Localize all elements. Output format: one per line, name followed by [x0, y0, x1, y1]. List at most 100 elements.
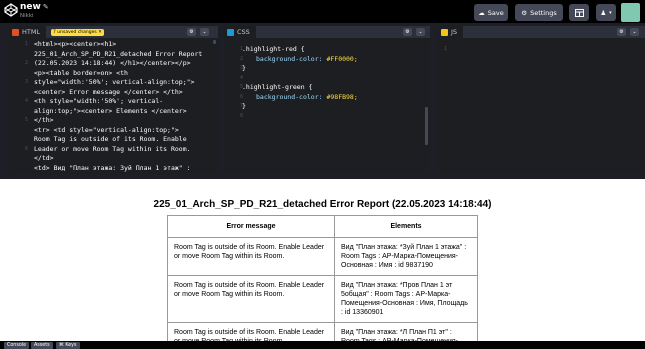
code-line[interactable]: (22.05.2023 14:18:44) </h1></center></p> — [34, 59, 212, 69]
line-number: 7 — [239, 103, 243, 109]
code-line[interactable]: style="width:'50%'; vertical-align:top;"… — [34, 78, 212, 88]
error-message-cell: Room Tag is outside of its Room. Enable … — [167, 322, 335, 341]
tab-html[interactable]: HTML — [9, 26, 47, 38]
line-number: 2 — [239, 55, 243, 62]
code-line[interactable]: Room Tag is outside of its Room. Enable — [34, 135, 212, 145]
avatar[interactable] — [621, 3, 640, 22]
css-code-area[interactable]: 12345678 .highlight-red {background-colo… — [224, 40, 430, 174]
keys-button[interactable]: ⌘ Keys — [56, 342, 80, 349]
html-lang-icon — [12, 28, 19, 36]
table-row: Room Tag is outside of its Room. Enable … — [167, 237, 478, 276]
line-number: 5 — [239, 84, 243, 90]
table-header-row: Error message Elements — [167, 215, 478, 238]
css-property[interactable]: background-color: — [256, 55, 323, 63]
tab-js-label: JS — [451, 28, 458, 36]
line-number — [9, 126, 28, 136]
line-number: 1 — [443, 46, 447, 52]
html-settings-button[interactable]: ⚙ — [187, 28, 196, 36]
console-button[interactable]: Console — [4, 342, 30, 349]
js-pane-header: JS ⚙ ⌄ — [438, 26, 645, 38]
css-code-lines[interactable]: .highlight-red {background-color: #FF000… — [242, 45, 424, 112]
line-number — [9, 69, 28, 79]
result-preview: 225_01_Arch_SP_PD_R21_detached Error Rep… — [0, 179, 645, 341]
unsaved-changes-badge[interactable]: 7 unsaved changes ✕ — [51, 29, 104, 36]
gear-icon: ⚙ — [521, 8, 528, 17]
code-line[interactable]: </td> — [34, 154, 212, 164]
elements-cell: Вид "План этажа: *Зуй План 1 этажа" : Ro… — [334, 237, 478, 276]
assets-button[interactable]: Assets — [31, 342, 53, 349]
user-icon: ♟ — [600, 8, 607, 17]
line-number: 1 — [239, 46, 243, 52]
code-line[interactable]: Leader or move Room Tag within its Room. — [34, 145, 212, 155]
line-number: 3 — [239, 65, 243, 71]
css-collapse-button[interactable]: ⌄ — [416, 28, 425, 36]
settings-button[interactable]: ⚙ Settings — [515, 4, 563, 21]
code-line[interactable]: <p><table border=on> <th — [34, 69, 212, 79]
line-number-gutter: 1 — [438, 45, 450, 55]
html-scrollbar[interactable] — [213, 40, 216, 44]
codepen-logo-icon[interactable] — [4, 3, 18, 17]
css-selector[interactable]: .highlight-green { — [242, 83, 424, 93]
change-view-button[interactable] — [569, 4, 589, 21]
table-row: Room Tag is outside of its Room. Enable … — [167, 322, 478, 341]
css-settings-button[interactable]: ⚙ — [403, 28, 412, 36]
layout-icon — [574, 8, 584, 17]
elements-cell: Вид "План этажа: *Л План П1 эт" : Room T… — [334, 322, 478, 341]
cloud-icon: ☁ — [478, 8, 485, 17]
css-value[interactable]: #FF0000; — [326, 55, 357, 63]
css-declaration[interactable]: background-color: #98FB98; — [242, 93, 424, 103]
elements-cell: Вид "План этажа: *Пров План 1 эт 5общая"… — [334, 275, 478, 323]
pen-author[interactable]: Nikki — [20, 13, 34, 19]
code-line[interactable]: 225_01_Arch_SP_PD_R21_detached Error Rep… — [34, 50, 212, 60]
code-line[interactable]: </th> — [34, 116, 212, 126]
code-line[interactable]: <th style="width:'50%'; vertical- — [34, 97, 212, 107]
html-editor-pane: HTML 7 unsaved changes ✕ ⚙ ⌄ 1 2 3 4 5 6 <htm… — [9, 26, 218, 174]
line-number: 8 — [239, 112, 243, 119]
save-button[interactable]: ☁ Save — [474, 4, 508, 21]
css-close-brace[interactable]: } — [242, 102, 424, 112]
line-number: 2 — [24, 60, 28, 66]
line-number-gutter: 1 2 3 4 5 6 — [9, 40, 31, 154]
save-button-label: Save — [487, 8, 504, 17]
js-editor-pane: JS ⚙ ⌄ 1 — [438, 26, 645, 174]
code-line[interactable]: <tr> <td style="vertical-align:top;"> — [34, 126, 212, 136]
line-number — [9, 107, 28, 117]
code-line[interactable]: <html><p><center><h1> — [34, 40, 212, 50]
tab-js[interactable]: JS — [438, 26, 464, 38]
tab-css-label: CSS — [237, 28, 250, 36]
pencil-icon[interactable]: ✎ — [43, 3, 49, 11]
column-header: Elements — [334, 215, 478, 238]
gear-icon: ⚙ — [189, 29, 194, 35]
code-line[interactable]: align:top;"><center> Elements </center> — [34, 107, 212, 117]
line-number: 4 — [24, 98, 28, 104]
tab-html-label: HTML — [22, 28, 41, 36]
code-line[interactable]: <td> Вид "План этажа: Зуй План 1 этаж" : — [34, 164, 212, 174]
css-value[interactable]: #98FB98; — [326, 93, 357, 101]
css-declaration[interactable]: background-color: #FF0000; — [242, 55, 424, 65]
code-line[interactable]: <center> Error message </center> </th> — [34, 88, 212, 98]
css-close-brace[interactable]: } — [242, 64, 424, 74]
table-row: Room Tag is outside of its Room. Enable … — [167, 275, 478, 323]
user-menu-button[interactable]: ♟ ▾ — [596, 4, 616, 21]
line-number: 4 — [239, 74, 243, 81]
chevron-down-icon: ⌄ — [418, 29, 423, 35]
js-lang-icon — [441, 28, 448, 36]
chevron-down-icon: ▾ — [609, 9, 612, 16]
css-scrollbar[interactable] — [425, 107, 428, 145]
line-number: 3 — [24, 79, 28, 85]
html-code-area[interactable]: 1 2 3 4 5 6 <html><p><center><h1> 225_01_Arch_… — [9, 40, 218, 174]
settings-button-label: Settings — [530, 8, 557, 17]
bottom-bar: Console Assets ⌘ Keys — [0, 341, 645, 349]
tab-css[interactable]: CSS — [224, 26, 256, 38]
js-code-area[interactable]: 1 — [438, 40, 645, 174]
line-number — [9, 88, 28, 98]
html-code-lines[interactable]: <html><p><center><h1> 225_01_Arch_SP_PD_R… — [34, 40, 212, 173]
css-property[interactable]: background-color: — [256, 93, 323, 101]
pen-title[interactable]: new ✎ — [20, 2, 49, 12]
css-editor-pane: CSS ⚙ ⌄ 12345678 .highlight-red {backgro… — [224, 26, 430, 174]
js-settings-button[interactable]: ⚙ — [617, 28, 626, 36]
html-collapse-button[interactable]: ⌄ — [200, 28, 209, 36]
pen-title-text[interactable]: new — [20, 2, 41, 12]
js-collapse-button[interactable]: ⌄ — [630, 28, 639, 36]
css-selector[interactable]: .highlight-red { — [242, 45, 424, 55]
